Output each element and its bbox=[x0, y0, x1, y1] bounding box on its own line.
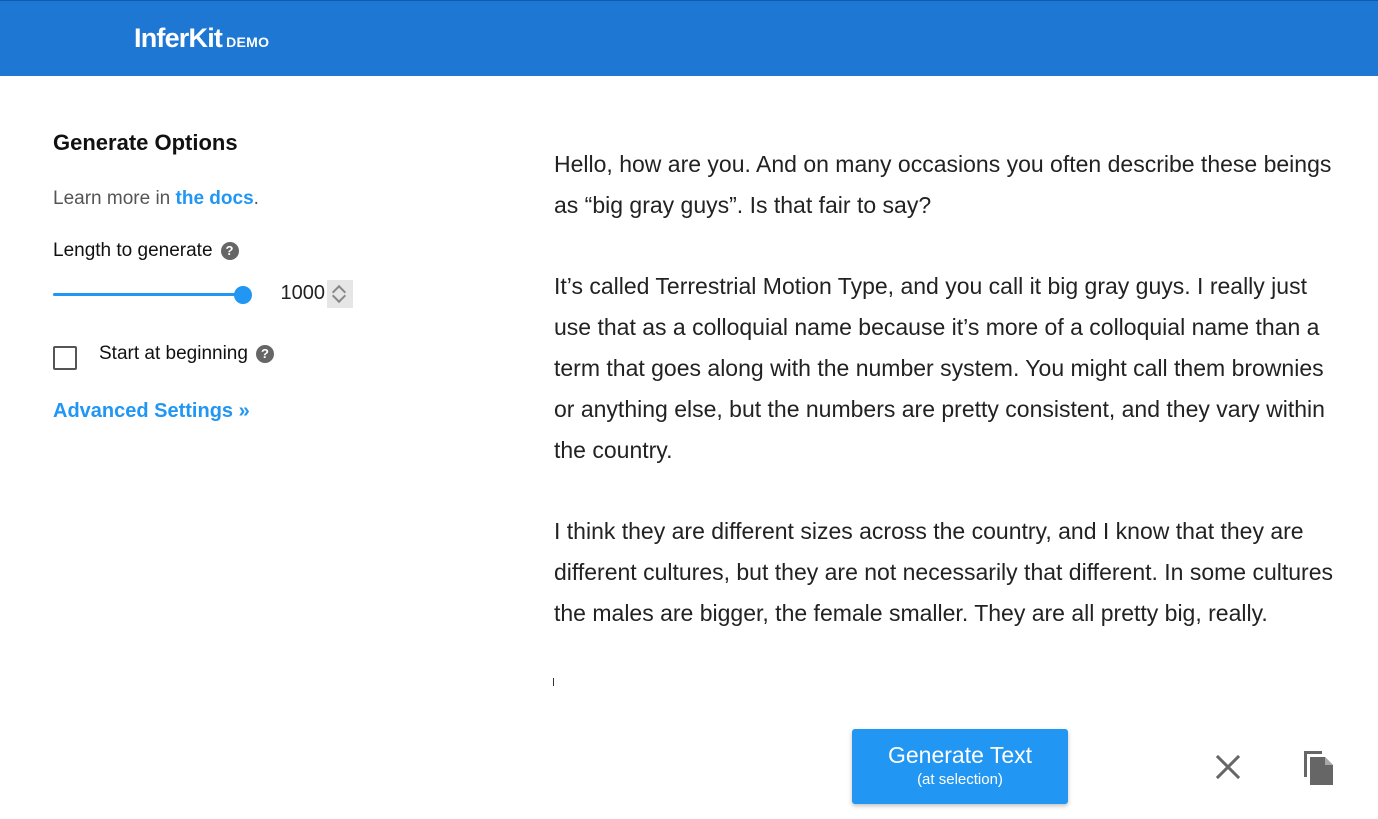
length-value[interactable]: 1000 bbox=[281, 282, 326, 305]
close-icon bbox=[1215, 754, 1241, 780]
docs-link[interactable]: the docs bbox=[176, 188, 254, 209]
text-editor[interactable]: Hello, how are you. And on many occasion… bbox=[554, 144, 1344, 674]
brand-name: InferKit bbox=[134, 23, 223, 53]
start-help-icon[interactable]: ? bbox=[255, 344, 274, 363]
copy-text-button[interactable] bbox=[1296, 745, 1340, 789]
slider-thumb[interactable] bbox=[234, 286, 252, 304]
options-title: Generate Options bbox=[53, 130, 238, 155]
text-caret bbox=[553, 678, 554, 686]
app-header: InferKit DEMO bbox=[0, 0, 1378, 76]
length-number-input[interactable]: 1000 bbox=[277, 280, 353, 308]
learn-more-suffix: . bbox=[253, 188, 259, 209]
editor-paragraph[interactable]: It’s called Terrestrial Motion Type, and… bbox=[554, 266, 1344, 471]
advanced-settings-link[interactable]: Advanced Settings » bbox=[53, 400, 250, 423]
generate-button-label: Generate Text bbox=[887, 742, 1033, 768]
start-at-beginning-checkbox[interactable] bbox=[53, 346, 77, 370]
learn-more-text: Learn more in the docs. bbox=[53, 188, 259, 210]
length-label: Length to generate? bbox=[53, 240, 239, 262]
clear-text-button[interactable] bbox=[1206, 745, 1250, 789]
copy-icon bbox=[1304, 751, 1333, 785]
length-help-icon[interactable]: ? bbox=[220, 241, 239, 260]
editor-paragraph[interactable]: Hello, how are you. And on many occasion… bbox=[554, 144, 1344, 226]
editor-paragraph[interactable]: I think they are different sizes across … bbox=[554, 511, 1344, 634]
brand-tag: DEMO bbox=[226, 34, 270, 50]
learn-more-prefix: Learn more in bbox=[53, 188, 176, 209]
start-at-beginning-label[interactable]: Start at beginning? bbox=[99, 343, 274, 365]
slider-fill bbox=[53, 293, 243, 296]
generate-text-button[interactable]: Generate Text (at selection) bbox=[852, 729, 1068, 804]
length-label-text: Length to generate bbox=[53, 240, 213, 261]
generate-button-sublabel: (at selection) bbox=[917, 771, 1003, 788]
length-slider[interactable] bbox=[53, 285, 252, 305]
start-at-beginning-text[interactable]: Start at beginning bbox=[99, 343, 248, 364]
length-spinner[interactable] bbox=[327, 280, 353, 308]
brand-logo[interactable]: InferKit DEMO bbox=[134, 23, 269, 54]
